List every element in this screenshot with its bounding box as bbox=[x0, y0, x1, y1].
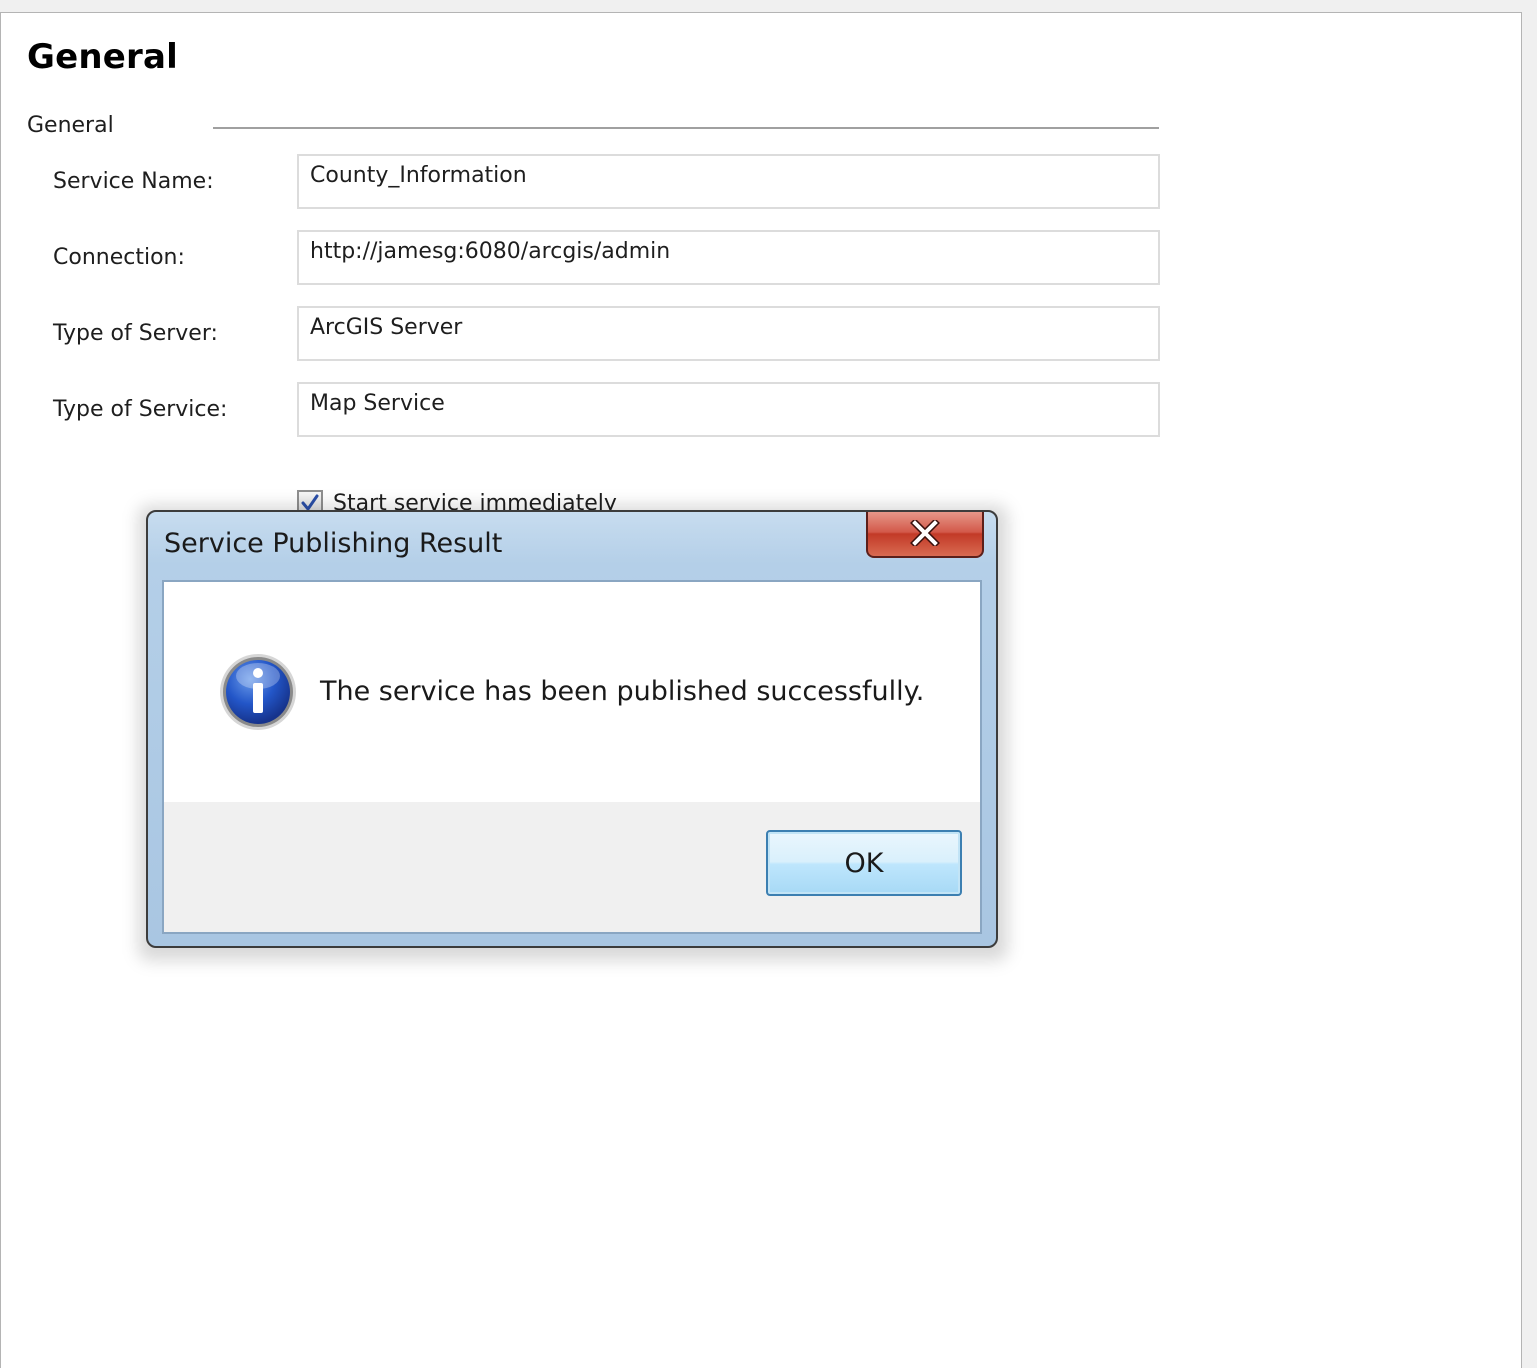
service-type-label: Type of Service: bbox=[53, 397, 228, 422]
service-name-field[interactable]: County_Information bbox=[297, 154, 1160, 209]
connection-label: Connection: bbox=[53, 245, 185, 270]
dialog-body: The service has been published successfu… bbox=[162, 580, 982, 934]
publishing-result-dialog: Service Publishing Result The service ha… bbox=[146, 510, 998, 948]
close-button[interactable] bbox=[866, 512, 984, 558]
close-icon bbox=[910, 520, 940, 546]
dialog-message: The service has been published successfu… bbox=[320, 676, 925, 707]
dialog-title: Service Publishing Result bbox=[164, 528, 503, 559]
group-label: General bbox=[27, 113, 114, 138]
connection-field[interactable]: http://jamesg:6080/arcgis/admin bbox=[297, 230, 1160, 285]
service-name-label: Service Name: bbox=[53, 169, 214, 194]
service-type-field[interactable]: Map Service bbox=[297, 382, 1160, 437]
ok-button[interactable]: OK bbox=[766, 830, 962, 896]
server-type-label: Type of Server: bbox=[53, 321, 218, 346]
group-divider bbox=[213, 127, 1159, 129]
info-icon bbox=[220, 654, 296, 730]
page-title: General bbox=[27, 37, 178, 77]
server-type-field[interactable]: ArcGIS Server bbox=[297, 306, 1160, 361]
